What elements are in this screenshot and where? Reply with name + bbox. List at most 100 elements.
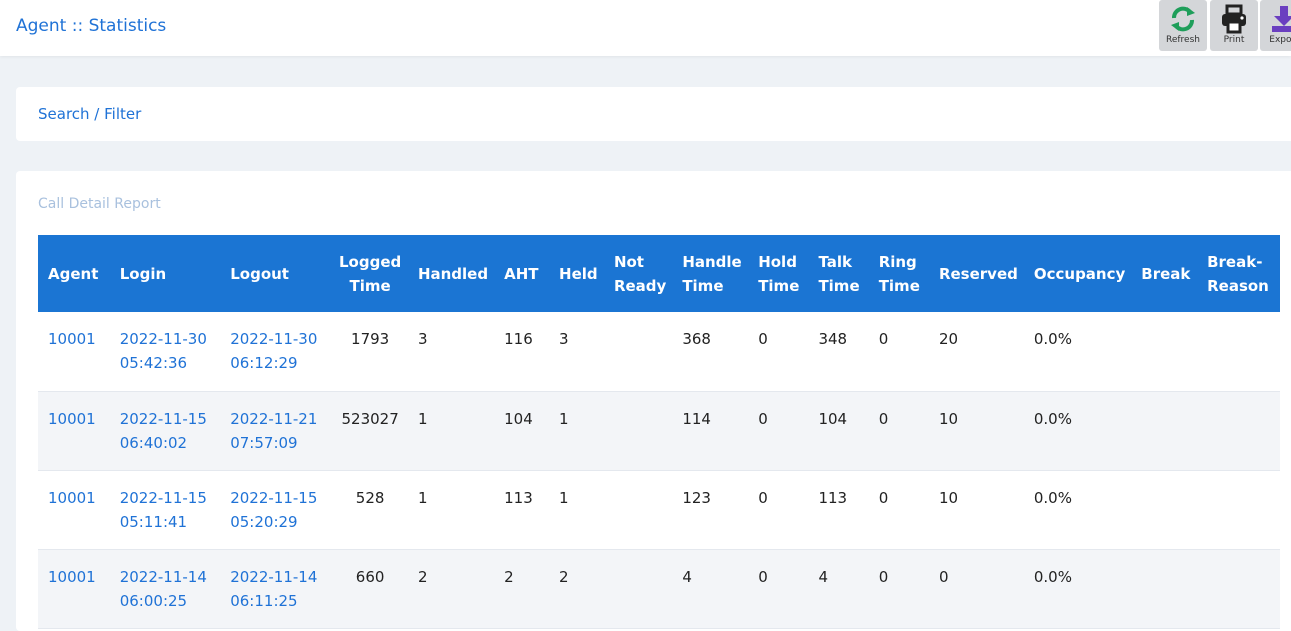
table-row: 10001 2022-11-15 06:40:02 2022-11-21 07:57… — [38, 391, 1280, 470]
refresh-icon — [1171, 6, 1195, 32]
logged-time-cell: 1793 — [351, 330, 390, 348]
top-bar: Agent :: Statistics Refresh Print Export — [0, 0, 1291, 56]
print-label: Print — [1223, 35, 1245, 45]
col-login[interactable]: Login — [110, 235, 221, 312]
export-button[interactable]: Export — [1260, 0, 1291, 51]
break-cell — [1131, 549, 1197, 628]
col-break-reason[interactable]: Break- Reason — [1197, 235, 1280, 312]
handle-time-cell: 368 — [682, 330, 711, 348]
aht-cell: 116 — [504, 330, 533, 348]
ring-time-cell: 0 — [878, 409, 889, 428]
agent-link[interactable]: 10001 — [38, 470, 110, 549]
logout-link[interactable]: 2022-11-14 06:11:25 — [220, 549, 328, 628]
ring-time-cell: 0 — [878, 567, 889, 586]
login-link[interactable]: 2022-11-30 05:42:36 — [110, 312, 221, 391]
page-title: Agent :: Statistics — [16, 16, 167, 36]
handle-time-cell: 123 — [682, 488, 711, 507]
held-cell: 2 — [559, 567, 569, 586]
print-button[interactable]: Print — [1210, 0, 1258, 51]
handle-time-cell: 114 — [682, 409, 711, 428]
ring-time-cell: 0 — [878, 488, 889, 507]
occupancy-cell: 0.0% — [1033, 409, 1072, 428]
not-ready-cell — [604, 391, 672, 470]
occupancy-cell: 0.0% — [1033, 567, 1072, 586]
col-logged-time[interactable]: Logged Time — [328, 235, 408, 312]
col-agent[interactable]: Agent — [38, 235, 110, 312]
search-filter-toggle[interactable]: Search / Filter — [38, 105, 141, 123]
logout-link[interactable]: 2022-11-15 05:20:29 — [220, 470, 328, 549]
col-logout[interactable]: Logout — [220, 235, 328, 312]
handle-time-cell: 4 — [682, 567, 692, 586]
occupancy-cell: 0.0% — [1033, 330, 1072, 348]
handled-cell: 2 — [417, 567, 428, 586]
reserved-cell: 10 — [938, 488, 959, 507]
handled-cell: 1 — [417, 488, 428, 507]
logged-time-cell: 528 — [355, 488, 385, 507]
download-icon — [1272, 6, 1291, 32]
held-cell: 1 — [559, 488, 569, 507]
reserved-cell: 10 — [938, 409, 959, 428]
col-ring-time[interactable]: Ring Time — [869, 235, 929, 312]
table-row: 10001 2022-11-14 06:00:25 2022-11-14 06:11… — [38, 549, 1280, 628]
report-panel: Call Detail Report Agent Login Logout Lo… — [16, 171, 1291, 631]
hold-time-cell: 0 — [758, 330, 768, 348]
table-row: 10001 2022-11-15 05:11:41 2022-11-15 05:20… — [38, 470, 1280, 549]
printer-icon — [1222, 4, 1246, 34]
break-cell — [1131, 470, 1197, 549]
col-handled[interactable]: Handled — [408, 235, 494, 312]
talk-time-cell: 104 — [818, 409, 848, 428]
col-break[interactable]: Break — [1131, 235, 1197, 312]
refresh-button[interactable]: Refresh — [1159, 0, 1207, 51]
col-hold-time[interactable]: Hold Time — [748, 235, 808, 312]
reserved-cell: 20 — [938, 330, 959, 348]
break-cell — [1131, 312, 1197, 391]
col-talk-time[interactable]: Talk Time — [808, 235, 868, 312]
export-label: Export — [1269, 35, 1291, 45]
logout-link[interactable]: 2022-11-21 07:57:09 — [220, 391, 328, 470]
talk-time-cell: 113 — [818, 488, 848, 507]
held-cell: 1 — [559, 409, 569, 428]
agent-link[interactable]: 10001 — [38, 312, 110, 391]
report-title: Call Detail Report — [38, 196, 161, 212]
agent-link[interactable]: 10001 — [38, 549, 110, 628]
break-cell — [1131, 391, 1197, 470]
held-cell: 3 — [559, 330, 569, 348]
col-not-ready[interactable]: Not Ready — [604, 235, 672, 312]
login-link[interactable]: 2022-11-15 06:40:02 — [110, 391, 221, 470]
ring-time-cell: 0 — [878, 330, 889, 348]
logout-link[interactable]: 2022-11-30 06:12:29 — [220, 312, 328, 391]
logged-time-cell: 523027 — [341, 409, 399, 428]
break-reason-cell — [1197, 549, 1280, 628]
talk-time-cell: 348 — [818, 330, 848, 348]
not-ready-cell — [604, 470, 672, 549]
talk-time-cell: 4 — [818, 567, 828, 586]
not-ready-cell — [604, 549, 672, 628]
login-link[interactable]: 2022-11-14 06:00:25 — [110, 549, 221, 628]
agent-link[interactable]: 10001 — [38, 391, 110, 470]
aht-cell: 104 — [504, 409, 533, 428]
break-reason-cell — [1197, 470, 1280, 549]
not-ready-cell — [604, 312, 672, 391]
col-handle-time[interactable]: Handle Time — [672, 235, 748, 312]
occupancy-cell: 0.0% — [1033, 488, 1072, 507]
refresh-label: Refresh — [1166, 35, 1200, 45]
col-held[interactable]: Held — [549, 235, 604, 312]
hold-time-cell: 0 — [758, 567, 768, 586]
table-header-row: Agent Login Logout Logged Time Handled AH… — [38, 235, 1280, 312]
login-link[interactable]: 2022-11-15 05:11:41 — [110, 470, 221, 549]
hold-time-cell: 0 — [758, 409, 768, 428]
aht-cell: 113 — [504, 488, 533, 507]
break-reason-cell — [1197, 391, 1280, 470]
handled-cell: 1 — [417, 409, 428, 428]
table-row: 10001 2022-11-30 05:42:36 2022-11-30 06:12… — [38, 312, 1280, 391]
col-aht[interactable]: AHT — [494, 235, 549, 312]
break-reason-cell — [1197, 312, 1280, 391]
reserved-cell: 0 — [938, 567, 949, 586]
handled-cell: 3 — [417, 330, 428, 348]
agent-statistics-table: Agent Login Logout Logged Time Handled AH… — [38, 235, 1280, 629]
hold-time-cell: 0 — [758, 488, 768, 507]
aht-cell: 2 — [504, 567, 514, 586]
col-reserved[interactable]: Reserved — [929, 235, 1024, 312]
logged-time-cell: 660 — [355, 567, 385, 586]
col-occupancy[interactable]: Occupancy — [1024, 235, 1131, 312]
